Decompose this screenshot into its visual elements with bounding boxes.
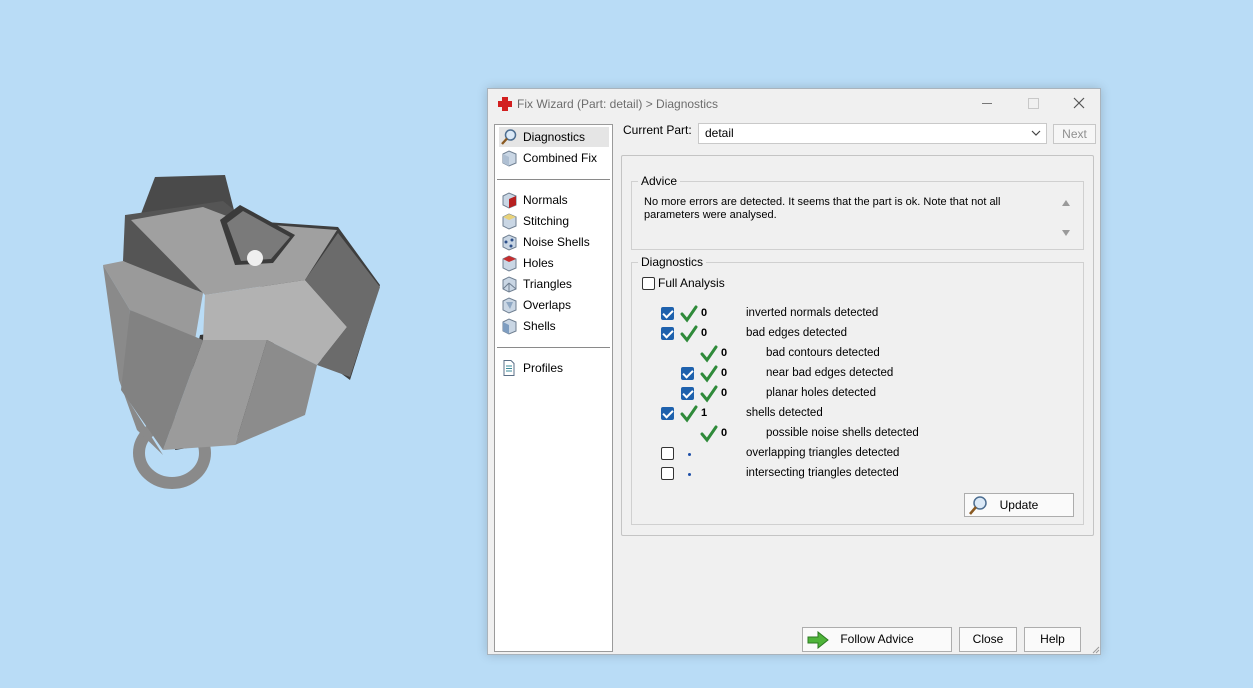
diagnostic-checkbox[interactable] [661,307,674,320]
diagnostic-row: 0 near bad edges detected [632,365,1072,383]
diagnostic-checkbox[interactable] [661,467,674,480]
diagnostic-row: 0 bad contours detected [632,345,1072,363]
diagnostic-count: 0 [701,307,708,319]
green-check-icon [700,385,718,403]
green-check-icon [680,305,698,323]
follow-advice-button[interactable]: Follow Advice [802,627,952,652]
diagnostic-label: shells detected [746,407,823,419]
diagnostic-row: overlapping triangles detected [632,445,1072,463]
nav-item-normals[interactable]: Normals [499,190,609,210]
minimize-button[interactable] [964,89,1010,119]
diagnostic-label: bad edges detected [746,327,848,339]
scroll-up-icon[interactable] [1060,198,1072,208]
diagnostics-panel: Advice No more errors are detected. It s… [621,155,1094,536]
diagnostic-count: 0 [721,427,728,439]
current-part-value: detail [705,126,734,140]
nav-item-triangles[interactable]: Triangles [499,274,609,294]
diagnostic-count: 0 [721,367,728,379]
overlaps-cube-icon [502,297,517,314]
diagnostic-count: 0 [721,347,728,359]
full-analysis-option[interactable]: Full Analysis [642,276,725,290]
document-icon [503,360,515,376]
green-check-icon [700,345,718,363]
3d-part-model[interactable] [95,165,395,495]
cube-icon [502,150,517,167]
red-cross-app-icon [498,97,512,111]
pending-dot-icon [688,473,691,476]
stitching-cube-icon [502,213,517,230]
diagnostic-label: bad contours detected [766,347,880,359]
nav-item-stitching[interactable]: Stitching [499,211,609,231]
diagnostic-row: 1 shells detected [632,405,1072,423]
green-check-icon [700,365,718,383]
diagnostics-title: Diagnostics [638,255,707,269]
diagnostic-label: overlapping triangles detected [746,447,900,459]
green-check-icon [700,425,718,443]
wizard-nav-pane: Diagnostics Combined Fix Normals Stitchi… [494,124,613,652]
green-arrow-icon [807,631,829,649]
nav-item-profiles[interactable]: Profiles [499,358,609,378]
diagnostic-checkbox[interactable] [661,327,674,340]
update-button[interactable]: Update [964,493,1074,517]
advice-text: No more errors are detected. It seems th… [644,196,1001,221]
chevron-down-icon [1031,130,1041,136]
current-part-select[interactable]: detail [698,123,1047,144]
diagnostic-checkbox[interactable] [661,447,674,460]
title-bar[interactable]: Fix Wizard (Part: detail) > Diagnostics [488,89,1100,119]
diagnostic-label: near bad edges detected [766,367,894,379]
full-analysis-label: Full Analysis [658,276,725,290]
window-title: Fix Wizard (Part: detail) > Diagnostics [517,97,719,111]
current-part-label: Current Part: [623,123,692,137]
diagnostic-row: 0 inverted normals detected [632,305,1072,323]
diagnostic-checkbox[interactable] [681,367,694,380]
nav-divider [497,179,610,180]
nav-item-combined-fix[interactable]: Combined Fix [499,148,609,168]
green-check-icon [680,325,698,343]
nav-item-diagnostics[interactable]: Diagnostics [499,127,609,147]
diagnostic-label: possible noise shells detected [766,427,919,439]
scroll-down-icon[interactable] [1060,228,1072,238]
update-label: Update [999,498,1039,512]
resize-grip-icon[interactable] [1090,644,1100,654]
advice-group: Advice No more errors are detected. It s… [631,174,1084,250]
nav-divider [497,347,610,348]
nav-item-holes[interactable]: Holes [499,253,609,273]
close-button[interactable]: Close [959,627,1017,652]
diagnostic-count: 0 [721,387,728,399]
full-analysis-checkbox[interactable] [642,276,655,290]
magnifier-icon [501,129,517,145]
nav-item-shells[interactable]: Shells [499,316,609,336]
maximize-button[interactable] [1010,89,1056,119]
diagnostic-checkbox[interactable] [661,407,674,420]
holes-cube-icon [502,255,517,272]
diagnostic-label: intersecting triangles detected [746,467,899,479]
diagnostics-group: Diagnostics Full Analysis 0 inverted norm… [631,255,1084,525]
diagnostic-label: planar holes detected [766,387,876,399]
help-button[interactable]: Help [1024,627,1081,652]
diagnostic-row: 0 planar holes detected [632,385,1072,403]
diagnostic-count: 1 [701,407,708,419]
close-window-button[interactable] [1056,89,1102,119]
follow-advice-label: Follow Advice [840,632,914,646]
nav-item-noise-shells[interactable]: Noise Shells [499,232,609,252]
magnifier-icon [969,496,987,515]
diagnostic-row: intersecting triangles detected [632,465,1072,483]
advice-title: Advice [638,174,681,188]
diagnostic-checkbox[interactable] [681,387,694,400]
shells-cube-icon [502,318,517,335]
diagnostic-row: 0 bad edges detected [632,325,1072,343]
pending-dot-icon [688,453,691,456]
normals-cube-icon [502,192,517,209]
next-button[interactable]: Next [1053,124,1096,144]
fix-wizard-window: Fix Wizard (Part: detail) > Diagnostics … [487,88,1101,655]
diagnostic-label: inverted normals detected [746,307,879,319]
noise-shells-icon [502,234,517,251]
diagnostic-row: 0 possible noise shells detected [632,425,1072,443]
triangles-cube-icon [502,276,517,293]
diagnostic-count: 0 [701,327,708,339]
nav-item-overlaps[interactable]: Overlaps [499,295,609,315]
green-check-icon [680,405,698,423]
